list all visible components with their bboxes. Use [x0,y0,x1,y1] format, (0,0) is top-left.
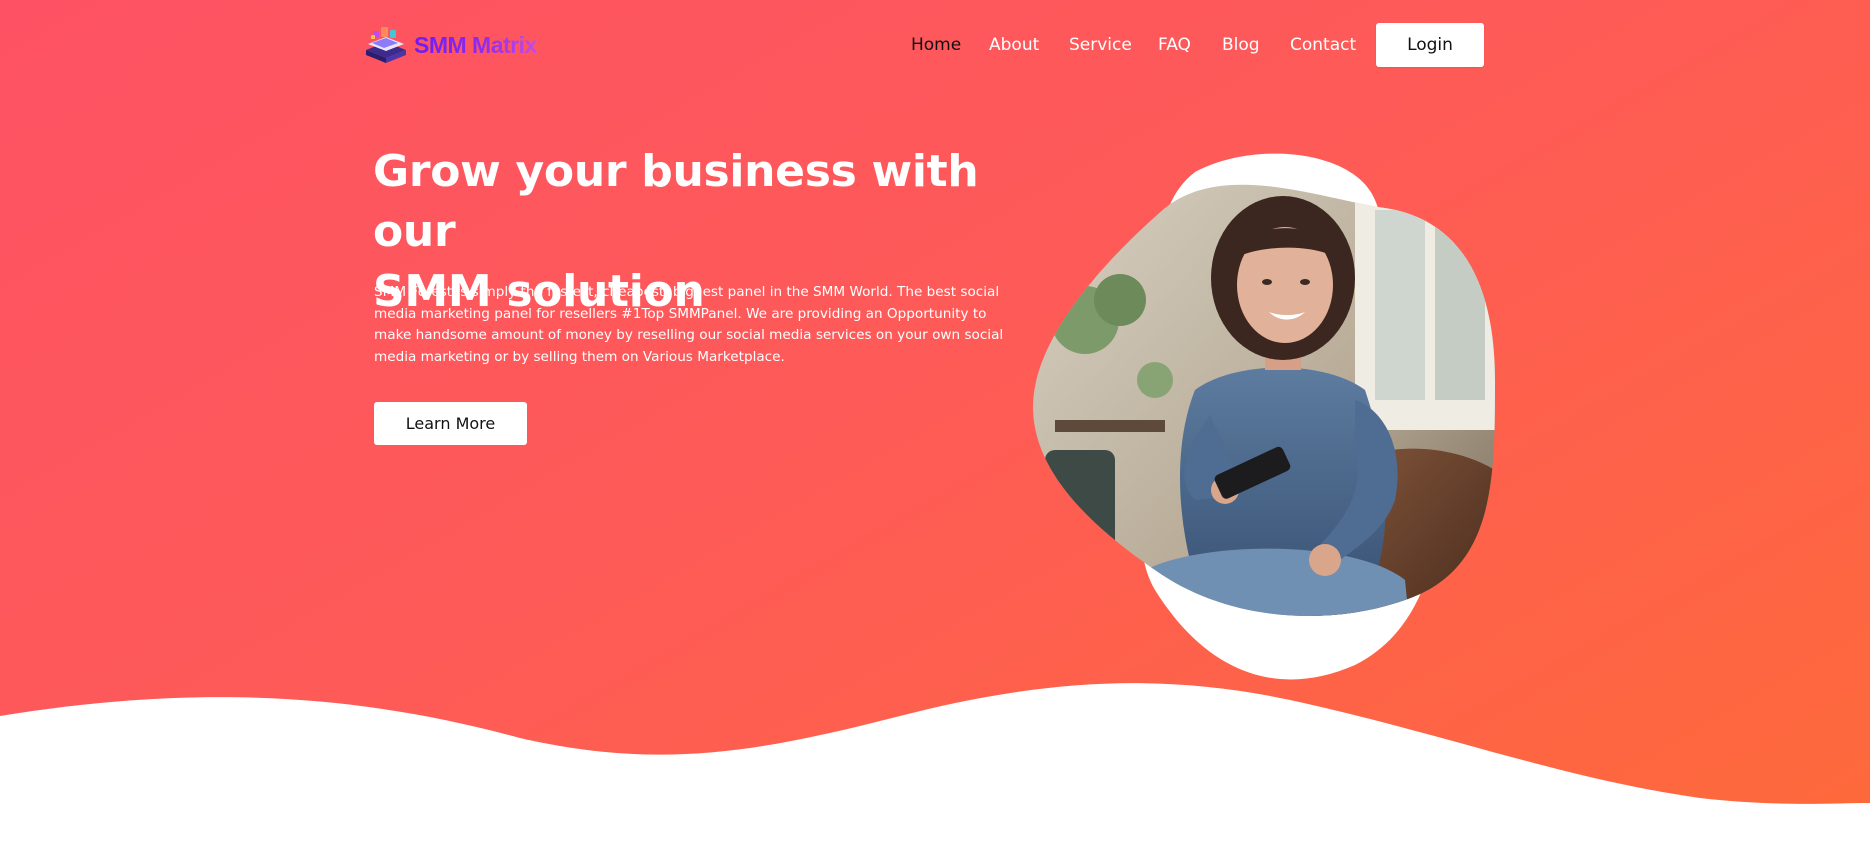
hero-headline-line1: Grow your business with our [373,146,979,257]
nav-service[interactable]: Service [1069,33,1132,57]
nav-home[interactable]: Home [911,33,961,57]
nav-blog[interactable]: Blog [1222,33,1260,57]
nav-contact[interactable]: Contact [1290,33,1356,57]
nav-faq[interactable]: FAQ [1158,33,1191,57]
nav-about[interactable]: About [989,33,1039,57]
photo-content [1032,184,1495,616]
hero-image [1032,153,1495,680]
main-nav: Home About Service FAQ Blog Contact [0,33,1870,57]
login-button[interactable]: Login [1376,23,1484,67]
hero-wave-divider [0,683,1870,857]
hero-description: SMM Forest is simply the fastest, cheape… [374,284,1004,365]
learn-more-button[interactable]: Learn More [374,402,527,445]
